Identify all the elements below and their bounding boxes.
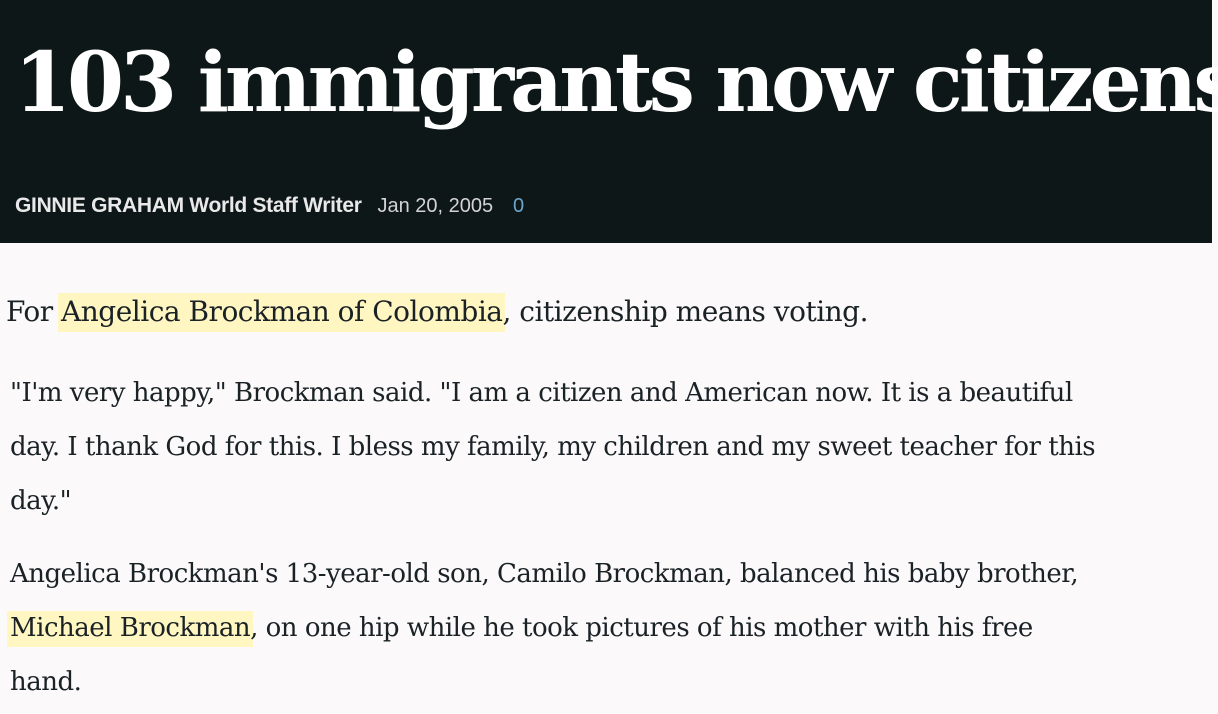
paragraph-3-line-1: Angelica Brockman's 13-year-old son, Cam… <box>10 559 1079 589</box>
paragraph-3-line-2-rest: , on one hip while he took pictures of h… <box>250 613 1033 643</box>
paragraph-1: For Angelica Brockman of Colombia, citiz… <box>6 290 869 334</box>
paragraph-2: "I'm very happy," Brockman said. "I am a… <box>10 366 1096 528</box>
article-header: 103 immigrants now citizens GINNIE GRAHA… <box>0 0 1218 243</box>
paragraph-1-text-end: , citizenship means voting. <box>502 295 869 328</box>
paragraph-2-line-3: day." <box>10 486 72 516</box>
paragraph-3: Angelica Brockman's 13-year-old son, Cam… <box>7 547 1079 709</box>
paragraph-3-line-3: hand. <box>10 667 82 697</box>
highlighted-phrase: Angelica Brockman of Colombia <box>58 293 506 332</box>
paragraph-3-line-2: Michael Brockman, on one hip while he to… <box>7 601 1078 655</box>
paragraph-1-text-start: For <box>6 295 62 328</box>
paragraph-2-line-2: day. I thank God for this. I bless my fa… <box>10 432 1096 462</box>
author-link[interactable]: GINNIE GRAHAM World Staff Writer <box>15 194 362 217</box>
paragraph-2-line-1: "I'm very happy," Brockman said. "I am a… <box>10 378 1073 408</box>
headline: 103 immigrants now citizens <box>14 35 1218 131</box>
comment-count-link[interactable]: 0 <box>513 195 524 217</box>
publish-date: Jan 20, 2005 <box>377 195 494 217</box>
byline: GINNIE GRAHAM World Staff Writer Jan 20,… <box>15 193 524 219</box>
highlighted-phrase: Michael Brockman <box>7 611 254 647</box>
